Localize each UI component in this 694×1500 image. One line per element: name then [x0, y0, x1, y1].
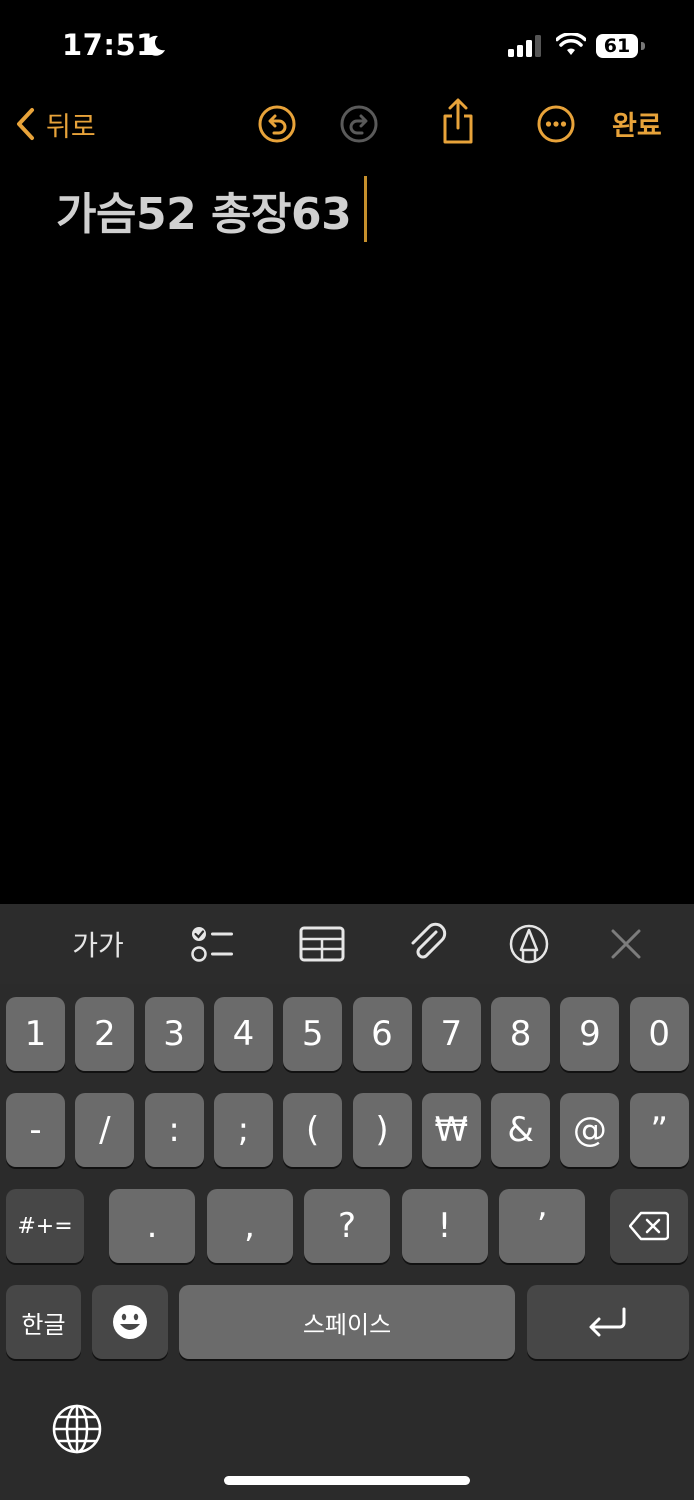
language-key[interactable]: 한글 [6, 1285, 81, 1359]
key-symbol[interactable]: ₩ [421, 1093, 481, 1167]
back-button[interactable]: 뒤로 [14, 102, 96, 146]
key-punctuation[interactable]: , [206, 1189, 293, 1263]
text-format-label: 가가 [72, 929, 124, 962]
text-format-button[interactable]: 가가 [58, 904, 138, 984]
close-toolbar-button[interactable] [606, 904, 646, 984]
cellular-signal-icon [508, 35, 541, 57]
key-symbol[interactable]: ” [629, 1093, 689, 1167]
globe-icon [52, 1404, 102, 1454]
redo-icon[interactable] [339, 104, 379, 144]
note-text[interactable]: 가슴52 총장63 [56, 178, 352, 242]
key-symbol[interactable]: ; [213, 1093, 273, 1167]
key-0[interactable]: 0 [629, 997, 689, 1071]
key-4[interactable]: 4 [213, 997, 273, 1071]
more-symbols-key[interactable]: #+= [6, 1189, 84, 1263]
key-punctuation[interactable]: ’ [499, 1189, 585, 1263]
key-punctuation[interactable]: ! [401, 1189, 488, 1263]
key-9[interactable]: 9 [560, 997, 620, 1071]
key-8[interactable]: 8 [491, 997, 551, 1071]
undo-icon[interactable] [257, 104, 297, 144]
share-icon[interactable] [440, 98, 476, 146]
attachment-button[interactable] [404, 904, 452, 984]
return-key[interactable] [527, 1285, 689, 1359]
paperclip-icon [411, 922, 447, 959]
key-punctuation[interactable]: . [109, 1189, 195, 1263]
key-symbol[interactable]: & [491, 1093, 551, 1167]
key-7[interactable]: 7 [421, 997, 481, 1071]
delete-key[interactable] [610, 1189, 688, 1263]
key-1[interactable]: 1 [6, 997, 65, 1071]
text-cursor [364, 176, 367, 242]
key-symbol[interactable]: ) [352, 1093, 412, 1167]
key-3[interactable]: 3 [144, 997, 204, 1071]
key-symbol[interactable]: / [75, 1093, 135, 1167]
globe-button[interactable] [50, 1402, 104, 1456]
key-symbol[interactable]: - [6, 1093, 65, 1167]
battery-indicator: 61 [596, 34, 648, 58]
key-6[interactable]: 6 [352, 997, 412, 1071]
table-icon [299, 926, 345, 962]
markup-icon [509, 924, 549, 964]
home-indicator [224, 1476, 470, 1485]
delete-icon [629, 1211, 669, 1241]
close-icon [611, 929, 641, 959]
back-label: 뒤로 [46, 111, 96, 143]
key-punctuation[interactable]: ? [304, 1189, 390, 1263]
space-key[interactable]: 스페이스 [179, 1285, 515, 1359]
key-symbol[interactable]: : [144, 1093, 204, 1167]
chevron-left-icon [17, 108, 34, 140]
key-2[interactable]: 2 [75, 997, 135, 1071]
table-button[interactable] [296, 904, 348, 984]
done-button[interactable]: 완료 [612, 104, 662, 143]
key-symbol[interactable]: @ [560, 1093, 620, 1167]
battery-level: 61 [603, 35, 631, 57]
key-5[interactable]: 5 [283, 997, 343, 1071]
checklist-icon [191, 927, 233, 962]
more-icon[interactable] [536, 104, 576, 144]
checklist-button[interactable] [186, 904, 238, 984]
emoji-key[interactable] [92, 1285, 168, 1359]
return-icon [589, 1307, 626, 1337]
emoji-icon [113, 1305, 147, 1339]
moon-icon [145, 35, 165, 56]
markup-button[interactable] [507, 904, 551, 984]
wifi-icon [556, 33, 586, 55]
key-symbol[interactable]: ( [283, 1093, 343, 1167]
